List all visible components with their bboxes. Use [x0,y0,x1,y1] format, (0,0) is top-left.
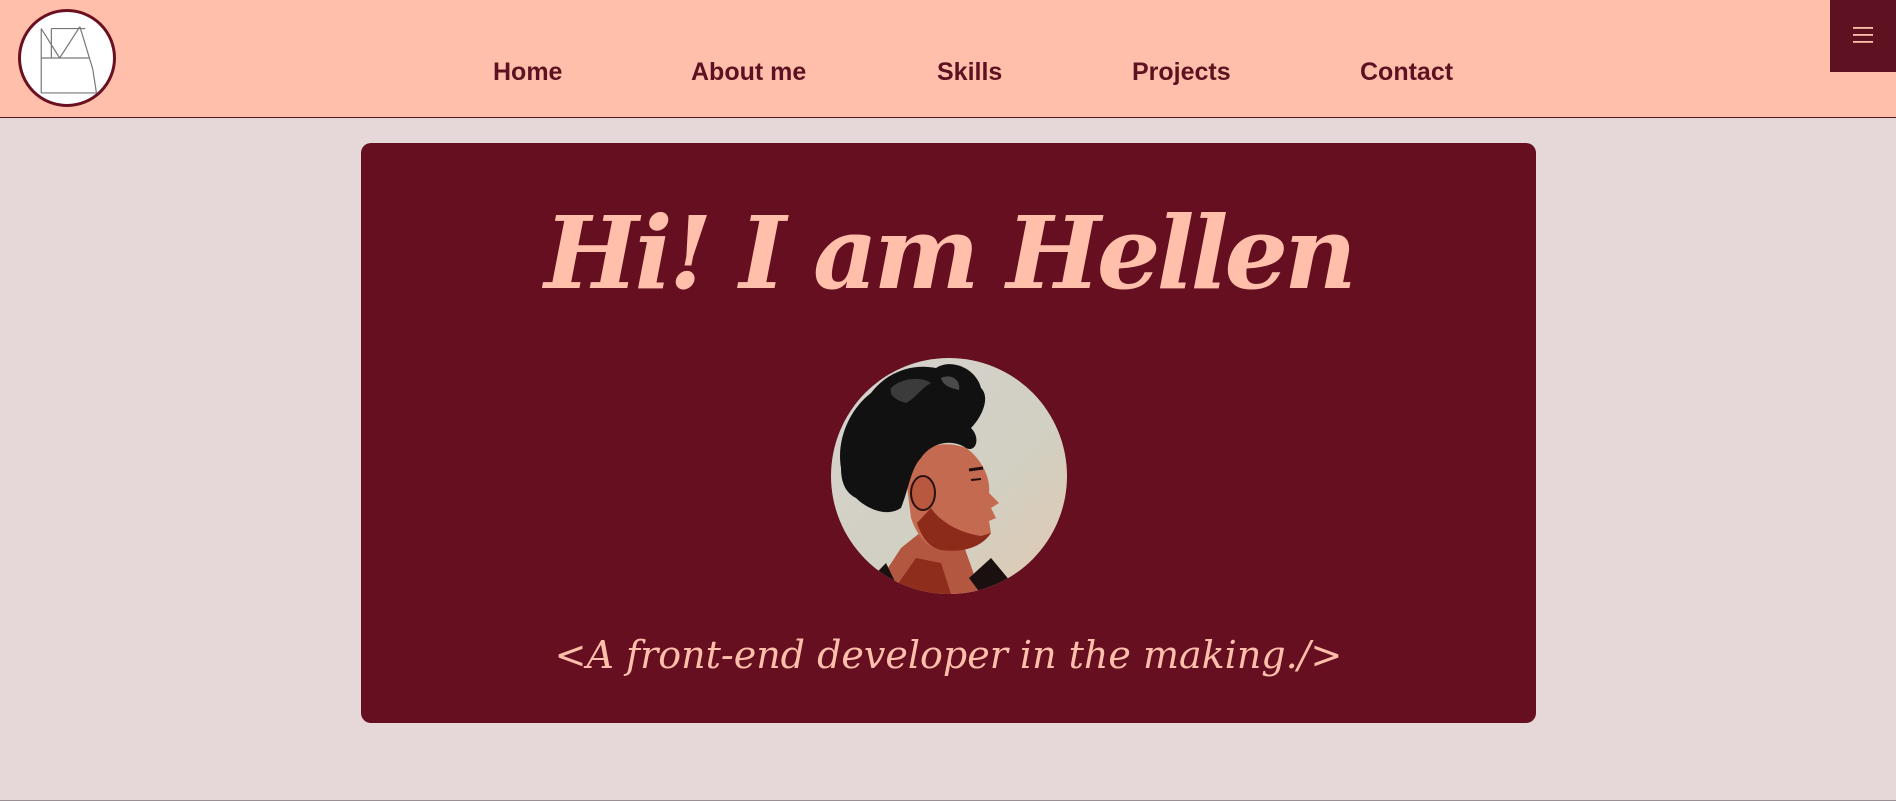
hero-card: Hi! I am Hellen <A front-end developer i… [361,143,1536,723]
hamburger-menu-icon [1853,27,1873,43]
menu-button[interactable] [1830,0,1896,72]
hero-title: Hi! I am Hellen [544,194,1357,312]
nav-skills[interactable]: Skills [937,58,1002,87]
nav-contact[interactable]: Contact [1360,58,1453,87]
nav-home[interactable]: Home [493,58,562,87]
hero-tagline: <A front-end developer in the making./> [554,633,1343,677]
site-header: Home About me Skills Projects Contact [0,0,1896,118]
profile-portrait [831,358,1067,594]
nav-about-me[interactable]: About me [691,58,806,87]
nav-projects[interactable]: Projects [1132,58,1231,87]
main-nav: Home About me Skills Projects Contact [0,58,1896,94]
